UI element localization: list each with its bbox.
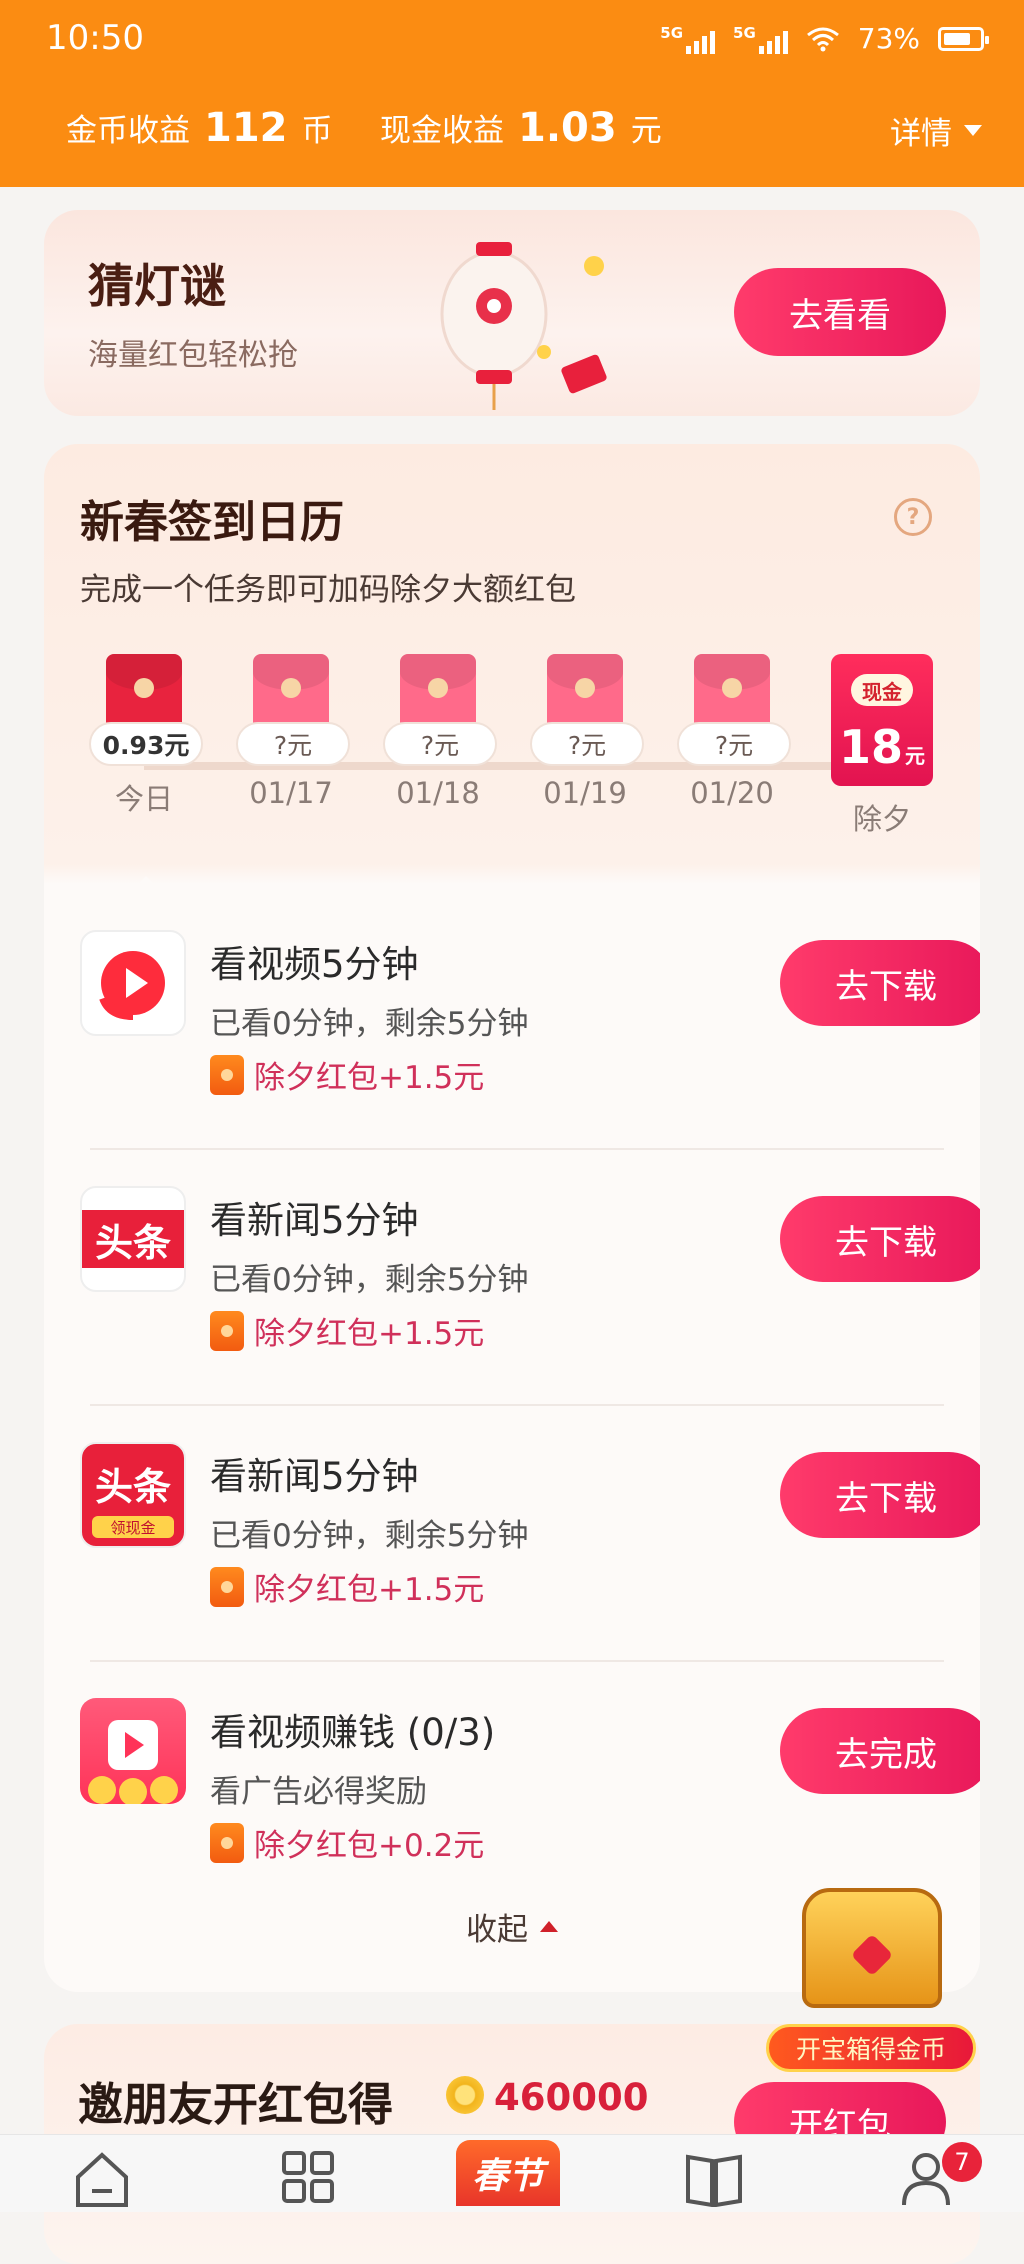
calendar-day[interactable]: ?元 01/18 (383, 654, 497, 810)
task-reward: 除夕红包+1.5元 (210, 1052, 484, 1097)
status-icons: 5G 5G 73% (660, 22, 989, 55)
gold-coin-icon (446, 2076, 484, 2114)
task-progress: 已看0分钟，剩余5分钟 (210, 1518, 529, 1554)
details-dropdown[interactable]: 详情 (890, 108, 982, 153)
red-envelope-icon (210, 1054, 244, 1095)
task-title: 看新闻5分钟 (210, 1455, 419, 1498)
top-header: 10:50 5G 5G 73% 金币收益 112 币 现金收益 1.03 元 详… (0, 0, 1024, 187)
calendar-day[interactable]: 0.93元 今日 (89, 654, 203, 818)
invite-coin-amount: 460000 (494, 2076, 649, 2119)
task-reward: 除夕红包+0.2元 (210, 1820, 484, 1865)
task-title: 看新闻5分钟 (210, 1199, 419, 1242)
treasure-chest-label: 开宝箱得金币 (766, 2024, 976, 2072)
day-label: 01/20 (690, 776, 774, 810)
category-grid-icon[interactable] (278, 2147, 338, 2207)
download-button[interactable]: 去下载 (780, 1452, 980, 1538)
signal-icon: 5G (660, 24, 716, 54)
toutiao-lite-icon: 头条 领现金 (80, 1442, 186, 1548)
coin-earnings-value: 112 (204, 105, 288, 151)
day-label: 01/18 (396, 776, 480, 810)
chevron-up-icon (540, 1921, 558, 1932)
status-time: 10:50 (46, 18, 144, 58)
cash-earnings-value: 1.03 (518, 105, 617, 151)
calendar-title: 新春签到日历 (80, 497, 344, 548)
coin-earnings: 金币收益 112 币 (66, 105, 333, 151)
task-item: 看视频5分钟 已看0分钟，剩余5分钟 除夕红包+1.5元 去下载 (80, 930, 980, 1170)
riddle-title: 猜灯谜 (88, 259, 226, 313)
cash-earnings: 现金收益 1.03 元 (380, 105, 662, 151)
cash-earnings-label: 现金收益 (380, 113, 504, 149)
today-pointer (132, 876, 160, 890)
task-title: 看视频5分钟 (210, 943, 419, 986)
invite-title: 邀朋友开红包得 (78, 2078, 394, 2131)
red-envelope-icon (210, 1822, 244, 1863)
home-icon[interactable] (72, 2147, 132, 2207)
coin-earnings-label: 金币收益 (66, 113, 190, 149)
toutiao-icon: 头条 (80, 1186, 186, 1292)
divider (90, 1404, 944, 1406)
task-progress: 已看0分钟，剩余5分钟 (210, 1006, 529, 1042)
tab-spring-festival[interactable]: 春节 (456, 2140, 560, 2206)
profile-badge: 7 (942, 2142, 982, 2182)
red-envelope-icon (210, 1566, 244, 1607)
task-progress: 看广告必得奖励 (210, 1774, 427, 1810)
chevron-down-icon (964, 125, 982, 136)
spring-checkin-calendar-card: 新春签到日历 ? 完成一个任务即可加码除夕大额红包 0.93元 今日 ?元 01… (44, 444, 980, 1992)
download-button[interactable]: 去下载 (780, 1196, 980, 1282)
task-reward: 除夕红包+1.5元 (210, 1564, 484, 1609)
calendar-day[interactable]: ?元 01/17 (236, 654, 350, 810)
status-bar: 10:50 5G 5G 73% (0, 0, 1024, 80)
day-amount: 0.93元 (89, 722, 203, 766)
day-amount: ?元 (383, 722, 497, 766)
day-amount: ?元 (530, 722, 644, 766)
signal-icon: 5G (733, 24, 788, 54)
book-icon[interactable] (684, 2147, 744, 2207)
divider (90, 1660, 944, 1662)
riddle-subtitle: 海量红包轻松抢 (88, 338, 298, 373)
details-label: 详情 (890, 116, 952, 152)
lantern-illustration (440, 242, 607, 410)
download-button[interactable]: 去下载 (780, 940, 980, 1026)
eve-unit: 元 (905, 744, 925, 768)
task-reward: 除夕红包+1.5元 (210, 1308, 484, 1353)
task-title: 看视频赚钱 (0/3) (210, 1711, 496, 1754)
go-see-button[interactable]: 去看看 (734, 268, 946, 356)
complete-button[interactable]: 去完成 (780, 1708, 980, 1794)
eve-value: 18 (838, 720, 903, 774)
play-coins-icon (80, 1698, 186, 1804)
treasure-chest-widget[interactable]: 开宝箱得金币 (762, 1888, 980, 2078)
battery-percent: 73% (857, 22, 920, 55)
red-envelope-icon (210, 1310, 244, 1351)
task-item: 头条 看新闻5分钟 已看0分钟，剩余5分钟 除夕红包+1.5元 去下载 (80, 1186, 980, 1426)
calendar-day[interactable]: ?元 01/19 (530, 654, 644, 810)
cash-tag: 现金 (851, 674, 913, 706)
calendar-subtitle: 完成一个任务即可加码除夕大额红包 (80, 572, 576, 608)
day-label: 除夕 (852, 802, 911, 836)
day-amount: ?元 (236, 722, 350, 766)
day-label: 01/19 (543, 776, 627, 810)
new-years-eve-reward[interactable]: 现金 18 元 除夕 (827, 654, 937, 838)
wifi-icon (806, 27, 839, 51)
task-progress: 已看0分钟，剩余5分钟 (210, 1262, 529, 1298)
cash-envelope-icon: 现金 18 元 (831, 654, 933, 786)
day-label: 01/17 (249, 776, 333, 810)
xigua-video-icon (80, 930, 186, 1036)
task-item: 头条 领现金 看新闻5分钟 已看0分钟，剩余5分钟 除夕红包+1.5元 去下载 (80, 1442, 980, 1682)
collapse-label: 收起 (466, 1912, 528, 1948)
help-icon[interactable]: ? (894, 498, 932, 536)
cash-earnings-unit: 元 (630, 113, 662, 149)
divider (90, 1148, 944, 1150)
coin-earnings-unit: 币 (301, 113, 333, 149)
lantern-riddle-card[interactable]: 猜灯谜 海量红包轻松抢 去看看 (44, 210, 980, 416)
day-amount: ?元 (677, 722, 791, 766)
battery-icon (938, 26, 989, 51)
day-label: 今日 (114, 782, 173, 816)
calendar-day[interactable]: ?元 01/20 (677, 654, 791, 810)
